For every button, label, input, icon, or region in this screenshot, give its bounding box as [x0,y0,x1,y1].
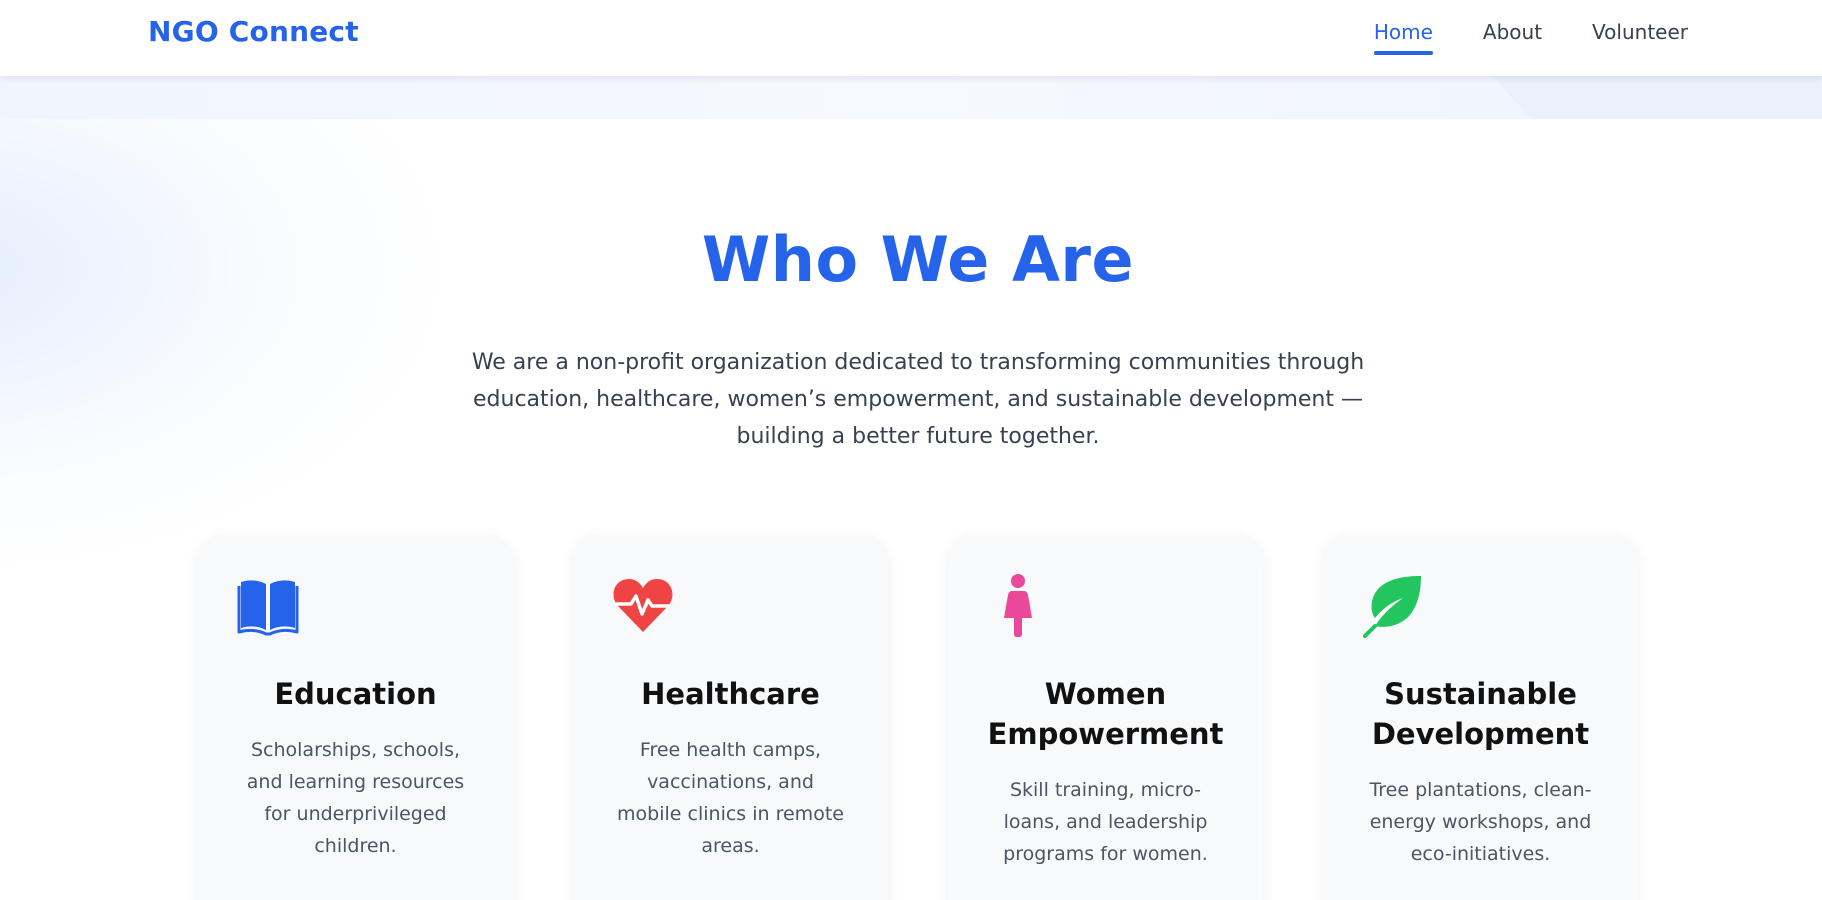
main-nav: Home About Volunteer [1373,19,1688,55]
card-title: Education [274,677,437,711]
card-title: Sustainable Development [1371,677,1590,751]
leaf-icon [1361,574,1425,638]
card-education: Education Scholarships, schools, and lea… [198,534,513,900]
card-title: Women Empowerment [987,677,1224,751]
hero-description: We are a non-profit organization dedicat… [471,350,1365,449]
background-glow [0,60,460,580]
card-description: Skill training, micro-loans, and leaders… [1003,779,1208,865]
page: NGO Connect Home About Volunteer Who We … [0,0,1822,900]
brand-logo[interactable]: NGO Connect [148,14,359,50]
heartbeat-icon [611,574,675,638]
card-description: Scholarships, schools, and learning reso… [246,739,465,857]
nav-link-about[interactable]: About [1483,19,1542,45]
female-icon [986,574,1050,638]
card-title: Healthcare [641,677,820,711]
focus-area-cards: Education Scholarships, schools, and lea… [198,534,1638,900]
card-sustainable-development: Sustainable Development Tree plantations… [1323,534,1638,900]
book-icon [236,574,300,638]
card-healthcare: Healthcare Free health camps, vaccinatio… [573,534,888,900]
site-header: NGO Connect Home About Volunteer [0,0,1822,76]
page-title: Who We Are [701,223,1135,296]
hero-band-accent [1492,76,1822,119]
nav-link-volunteer[interactable]: Volunteer [1592,19,1688,45]
card-women-empowerment: Women Empowerment Skill training, micro-… [948,534,1263,900]
card-description: Tree plantations, clean-energy workshops… [1369,779,1592,865]
card-description: Free health camps, vaccinations, and mob… [617,739,844,857]
nav-link-home[interactable]: Home [1373,19,1433,55]
